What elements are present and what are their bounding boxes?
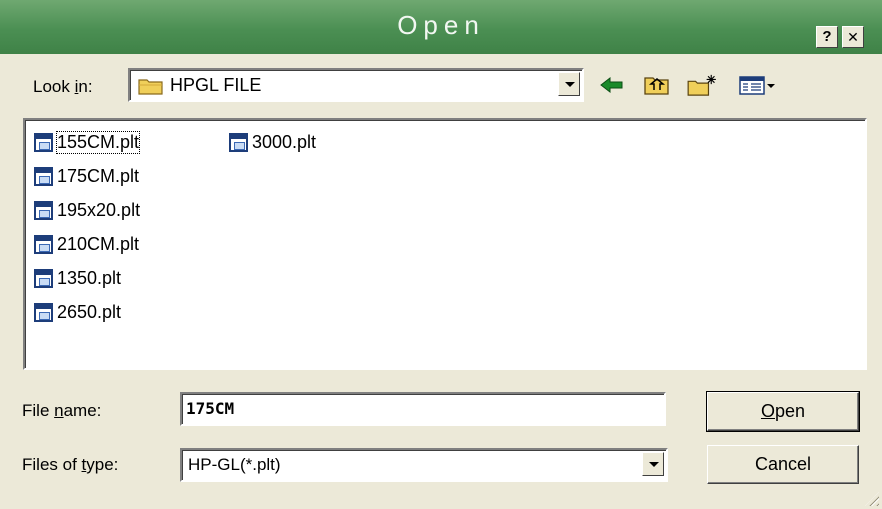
new-folder-icon[interactable] bbox=[685, 73, 719, 97]
open-button[interactable]: Open bbox=[706, 391, 860, 432]
file-type-dropdown[interactable]: HP-GL(*.plt) bbox=[180, 448, 668, 482]
file-item[interactable]: 175CM.plt bbox=[34, 163, 139, 189]
plot-file-icon bbox=[34, 166, 53, 186]
up-folder-icon[interactable] bbox=[643, 73, 671, 97]
back-arrow-icon[interactable] bbox=[598, 73, 626, 97]
window-title: Open bbox=[397, 10, 485, 40]
view-menu-icon[interactable] bbox=[738, 73, 778, 97]
file-type-value: HP-GL(*.plt) bbox=[188, 455, 281, 474]
file-name-label: File name: bbox=[22, 401, 102, 420]
file-item[interactable]: 2650.plt bbox=[34, 299, 121, 325]
plot-file-icon bbox=[34, 302, 53, 322]
plot-file-icon bbox=[229, 132, 248, 152]
help-button[interactable]: ? bbox=[816, 26, 838, 48]
file-type-dropdown-arrow[interactable] bbox=[642, 452, 664, 476]
file-type-label: Files of type: bbox=[22, 455, 119, 474]
file-item[interactable]: 1350.plt bbox=[34, 265, 121, 291]
plot-file-icon bbox=[34, 268, 53, 288]
file-name-value: 175CM bbox=[186, 399, 235, 418]
close-button[interactable]: ✕ bbox=[842, 26, 864, 48]
look-in-value: HPGL FILE bbox=[170, 75, 262, 95]
plot-file-icon bbox=[34, 234, 53, 254]
folder-icon bbox=[138, 79, 163, 95]
file-item[interactable]: 195x20.plt bbox=[34, 197, 140, 223]
look-in-label: Look in: bbox=[33, 77, 93, 96]
file-item[interactable]: 3000.plt bbox=[229, 129, 316, 155]
plot-file-icon bbox=[34, 132, 53, 152]
cancel-button[interactable]: Cancel bbox=[707, 445, 859, 484]
resize-grip[interactable] bbox=[865, 492, 879, 506]
look-in-dropdown-arrow[interactable] bbox=[558, 72, 580, 96]
file-list[interactable]: 155CM.plt 175CM.plt 195x20.plt 210CM.plt… bbox=[23, 118, 867, 370]
title-bar[interactable]: Open ? ✕ bbox=[0, 0, 882, 54]
file-item[interactable]: 155CM.plt bbox=[34, 129, 141, 155]
look-in-dropdown[interactable]: HPGL FILE bbox=[128, 68, 584, 102]
plot-file-icon bbox=[34, 200, 53, 220]
file-name-input[interactable]: 175CM bbox=[180, 392, 666, 426]
file-item[interactable]: 210CM.plt bbox=[34, 231, 139, 257]
